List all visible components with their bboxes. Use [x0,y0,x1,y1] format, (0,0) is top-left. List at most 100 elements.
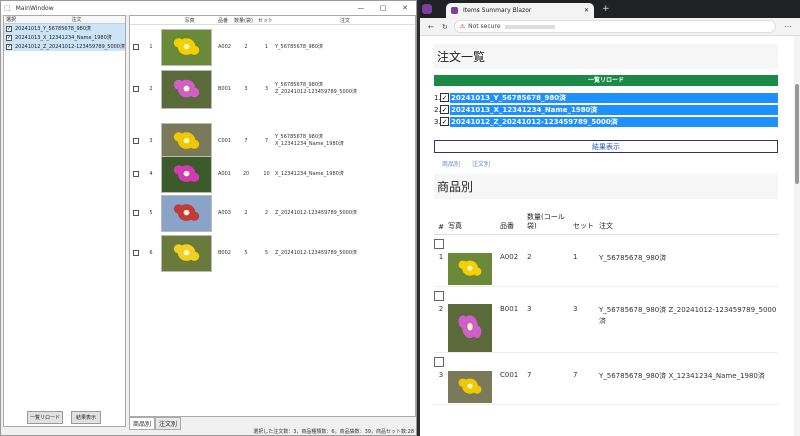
view-links: 商品別 注文別 [434,159,778,168]
product-photo [161,194,212,232]
web-reload-button[interactable]: 一覧リロード [434,75,778,86]
grid-row-code: B002 [218,250,231,256]
grid-row[interactable]: 1 A002 2 1 Y_56785678_980済 [130,28,415,66]
order-checklist-item[interactable]: 3. ✓ 20241012_Z_20241012-123459789_5000済 [434,116,778,127]
grid-col-order: 注文 [339,17,350,24]
grid-row-qty: 20 [242,171,250,177]
browser-tab[interactable]: Items Summary Blazor ✕ [446,3,594,18]
grid-row-code: C001 [218,138,232,144]
close-button[interactable]: ✕ [394,4,416,12]
close-tab-icon[interactable]: ✕ [584,7,589,14]
items-grid: 写真 品番 数量(袋) セット 注文 1 A002 2 1 Y_56785678_980… [129,15,416,417]
page-scrollbar[interactable] [794,36,800,436]
scrollbar-thumb[interactable] [795,84,799,184]
row-set: 3 [573,305,578,313]
grid-row-checkbox[interactable] [132,210,139,216]
order-list-label: 20241013_Y_56785678_980済 [15,26,91,32]
grid-row-checkbox[interactable] [132,86,139,92]
grid-row-checkbox[interactable] [132,171,139,177]
grid-row-set: 2 [264,210,269,216]
grid-row-set: 1 [264,44,269,50]
items-table-row: 1 A002 2 1 Y_56785678_980済 [434,237,778,287]
grid-row[interactable]: 6 B002 5 5 Z_20241012-123459789_5000済 [130,234,415,272]
order-check-icon[interactable]: ✓ [440,105,449,114]
row-qty: 2 [527,253,532,261]
new-tab-button[interactable]: + [602,4,610,14]
window-titlebar: ⬚ MainWindow — □ ✕ [1,1,416,15]
grid-row-index: 2 [149,86,153,92]
wpf-main-window: ⬚ MainWindow — □ ✕ 選択 注文 ✓ 20241013_Y_567… [0,0,417,436]
link-by-item[interactable]: 商品別 [442,159,460,168]
grid-row[interactable]: 2 B001 3 3 Y_56785678_980済 Z_20241012-123459… [130,69,415,109]
grid-row-qty: 3 [244,86,248,92]
status-bar: 選択した注文数：3，商品種類数：6，商品袋数：39，商品セット数:28 [253,429,414,435]
url-text [504,24,555,29]
grid-row-checkbox[interactable] [132,138,139,144]
row-set: 7 [573,371,578,379]
window-title: MainWindow [15,4,54,12]
maximize-button[interactable]: □ [372,4,394,12]
grid-col-photo: 写真 [184,17,195,24]
order-label: 20241013_Y_56785678_980済 [450,92,778,103]
items-table-row: 3 C001 7 7 Y_56785678_980済 X_12341234_Name_1… [434,355,778,405]
grid-row-order: Y_56785678_980済 Z_20241012-123459789_500… [275,82,358,95]
product-photo [161,155,212,193]
order-list-item[interactable]: ✓ 20241012_Z_20241012-123459789_5000済 [4,42,125,51]
grid-row-order: Z_20241012-123459789_5000済 [275,209,358,216]
order-checkbox[interactable]: ✓ [6,34,12,41]
items-heading: 商品別 [434,174,778,199]
app-icon: ⬚ [4,4,11,12]
grid-row-index: 6 [149,250,153,256]
grid-row-qty: 2 [244,44,248,50]
grid-row-set: 10 [263,171,270,177]
order-checkbox[interactable]: ✓ [6,43,12,50]
grid-row-qty: 5 [244,250,248,256]
row-photo [448,303,492,352]
th-index: # [438,223,444,231]
order-checklist-item[interactable]: 1. ✓ 20241013_Y_56785678_980済 [434,92,778,103]
order-checkbox[interactable]: ✓ [6,25,12,32]
grid-row[interactable]: 5 A003 2 2 Z_20241012-123459789_5000済 [130,194,415,232]
order-check-icon[interactable]: ✓ [440,117,449,126]
row-checkbox[interactable] [434,357,444,367]
row-checkbox[interactable] [434,239,444,249]
order-checklist: 1. ✓ 20241013_Y_56785678_980済 2. ✓ 20241013_X… [434,92,778,127]
back-icon[interactable]: ← [428,23,434,31]
order-label: 20241012_Z_20241012-123459789_5000済 [450,116,778,127]
grid-row[interactable]: 4 A001 20 10 X_12341234_Name_1980済 [130,155,415,193]
row-order: Y_56785678_980済 X_12341234_Name_1980済 [599,372,765,380]
grid-row-index: 1 [149,44,153,50]
show-result-button[interactable]: 結果表示 [71,411,101,424]
items-table-header: # 写真 品番 数量(コール袋) セット 注文 [434,213,778,235]
browser-tabstrip: Items Summary Blazor ✕ + [420,0,800,18]
profile-icon[interactable] [422,4,432,14]
orders-heading: 注文一覧 [434,44,778,69]
grid-row-index: 3 [149,138,153,144]
order-check-icon[interactable]: ✓ [440,93,449,102]
settings-more-icon[interactable]: ⋯ [784,22,792,31]
grid-row-code: B001 [218,86,231,92]
row-index: 2 [438,305,444,313]
th-order: 注文 [599,222,613,230]
row-index: 3 [438,371,444,379]
grid-col-set: セット [258,17,274,24]
grid-row-qty: 2 [244,210,248,216]
row-code: B001 [500,305,519,313]
row-checkbox[interactable] [434,291,444,301]
order-list-item[interactable]: ✓ 20241013_X_12341234_Name_1980済 [4,33,125,42]
th-code: 品番 [500,222,514,230]
order-label: 20241013_X_12341234_Name_1980済 [450,104,778,115]
link-by-order[interactable]: 注文別 [472,159,490,168]
minimize-button[interactable]: — [350,4,372,12]
order-checklist-item[interactable]: 2. ✓ 20241013_X_12341234_Name_1980済 [434,104,778,115]
address-bar[interactable]: ⚠ Not secure [453,20,776,33]
page-content: 注文一覧 一覧リロード 1. ✓ 20241013_Y_56785678_980済 2… [434,44,778,405]
web-result-button[interactable]: 結果表示 [434,140,778,153]
grid-row-checkbox[interactable] [132,250,139,256]
reload-list-button[interactable]: 一覧リロード [27,411,63,424]
grid-row-checkbox[interactable] [132,44,139,50]
refresh-icon[interactable]: ↻ [442,23,448,31]
order-list-item[interactable]: ✓ 20241013_Y_56785678_980済 [4,24,125,33]
row-qty: 3 [527,305,532,313]
browser-toolbar: ← ↻ ⚠ Not secure ⋯ [420,18,800,36]
